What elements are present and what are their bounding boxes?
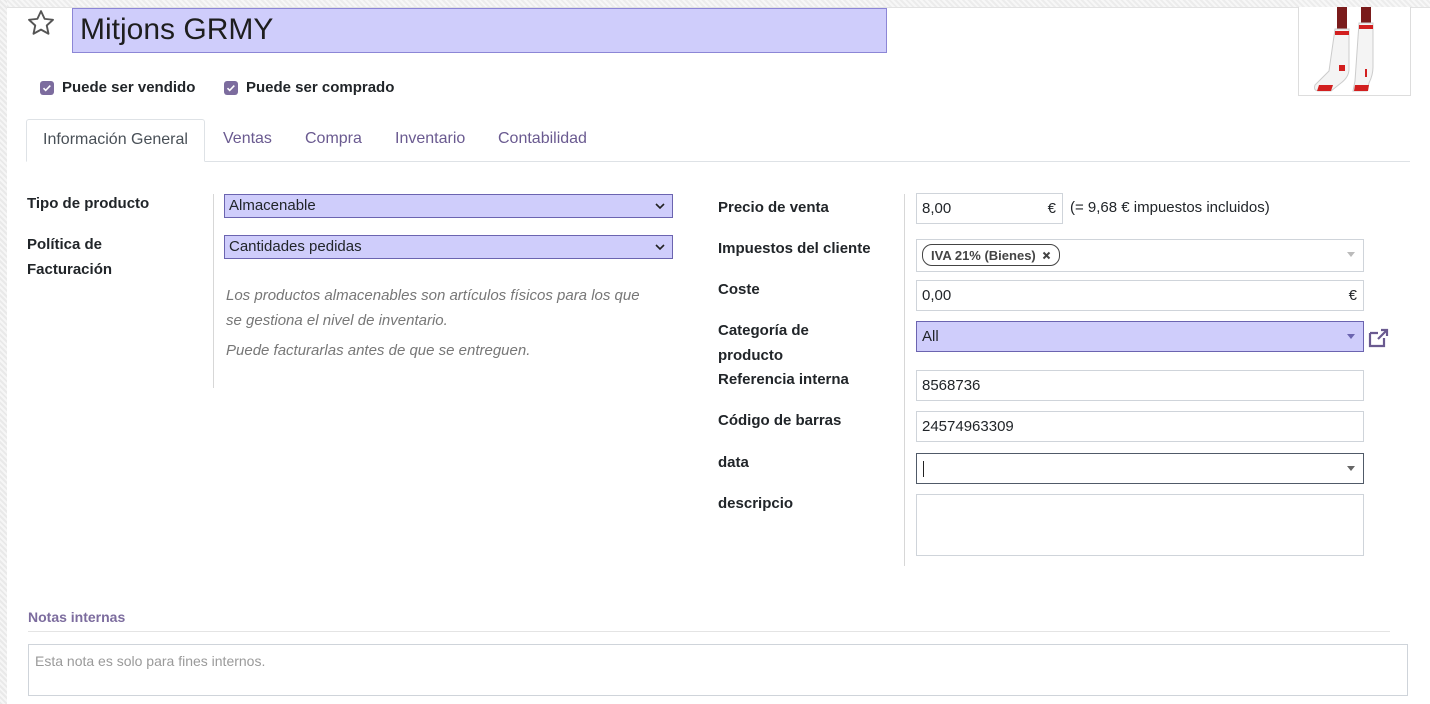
- chevron-down-icon: [655, 203, 665, 210]
- currency-symbol: €: [1047, 200, 1056, 217]
- window-left-edge: [0, 0, 7, 704]
- barcode-label: Código de barras: [718, 412, 842, 429]
- barcode-input[interactable]: 24574963309: [916, 411, 1364, 442]
- remove-tag-icon[interactable]: [1042, 251, 1051, 260]
- currency-symbol: €: [1348, 287, 1357, 304]
- invoicing-policy-label-line1: Política de: [27, 236, 103, 253]
- checkbox-checked-icon[interactable]: [224, 80, 238, 95]
- can-be-purchased-checkbox[interactable]: Puede ser comprado: [224, 79, 394, 96]
- tab-accounting[interactable]: Contabilidad: [498, 119, 587, 161]
- window-top-edge: [7, 0, 1430, 8]
- tax-tag: IVA 21% (Bienes): [922, 244, 1060, 266]
- checkbox-checked-icon[interactable]: [40, 80, 54, 95]
- favorite-star-icon[interactable]: [26, 8, 56, 38]
- invoicing-policy-select[interactable]: Cantidades pedidas: [224, 235, 673, 259]
- chevron-down-icon: [655, 244, 665, 251]
- can-be-sold-checkbox[interactable]: Puede ser vendido: [40, 79, 195, 96]
- descripcio-label: descripcio: [718, 495, 794, 512]
- invoicing-policy-label-line2: Facturación: [27, 261, 113, 278]
- internal-notes-textarea[interactable]: Esta nota es solo para fines internos.: [28, 644, 1408, 696]
- internal-reference-label: Referencia interna: [718, 371, 849, 388]
- data-input[interactable]: [916, 453, 1364, 484]
- internal-notes-title: Notas internas: [28, 609, 126, 625]
- invoicing-policy-value: Cantidades pedidas: [229, 238, 362, 255]
- product-type-value: Almacenable: [229, 197, 316, 214]
- tax-included-note: (= 9,68 € impuestos incluidos): [1070, 199, 1270, 216]
- right-group-divider: [904, 194, 905, 566]
- product-category-label-line2: producto: [718, 347, 783, 364]
- internal-notes-placeholder: Esta nota es solo para fines internos.: [35, 653, 266, 669]
- sale-price-input[interactable]: 8,00 €: [916, 193, 1063, 224]
- product-category-input[interactable]: All: [916, 321, 1364, 352]
- dropdown-triangle-icon[interactable]: [1347, 466, 1355, 471]
- customer-taxes-label: Impuestos del cliente: [718, 240, 871, 257]
- product-type-label: Tipo de producto: [27, 195, 150, 212]
- dropdown-triangle-icon[interactable]: [1347, 252, 1355, 257]
- internal-reference-value: 8568736: [922, 377, 981, 394]
- tab-sales[interactable]: Ventas: [223, 119, 272, 161]
- internal-reference-input[interactable]: 8568736: [916, 370, 1364, 401]
- descripcio-textarea[interactable]: [916, 494, 1364, 556]
- cost-input[interactable]: 0,00 €: [916, 280, 1364, 311]
- product-type-help-line1: Los productos almacenables son artículos…: [226, 287, 640, 304]
- text-cursor: [923, 461, 924, 477]
- socks-image-icon: [1314, 7, 1374, 92]
- product-name-input[interactable]: Mitjons GRMY: [72, 8, 887, 53]
- customer-taxes-input[interactable]: IVA 21% (Bienes): [916, 239, 1364, 272]
- can-be-sold-label: Puede ser vendido: [62, 79, 196, 96]
- barcode-value: 24574963309: [922, 418, 1014, 435]
- product-type-help-line2: se gestiona el nivel de inventario.: [226, 312, 448, 329]
- dropdown-triangle-icon[interactable]: [1347, 334, 1355, 339]
- left-group-divider: [213, 194, 214, 388]
- sale-price-value: 8,00: [922, 200, 952, 217]
- tab-inventory[interactable]: Inventario: [395, 119, 465, 161]
- tab-general-information[interactable]: Información General: [26, 119, 205, 162]
- data-label: data: [718, 454, 749, 471]
- form-tabs: Información General Ventas Compra Invent…: [26, 119, 1410, 162]
- product-type-select[interactable]: Almacenable: [224, 194, 673, 218]
- tab-purchase[interactable]: Compra: [305, 119, 362, 161]
- cost-label: Coste: [718, 281, 760, 298]
- tax-tag-label: IVA 21% (Bienes): [931, 247, 1036, 263]
- can-be-purchased-label: Puede ser comprado: [246, 79, 395, 96]
- product-category-label-line1: Categoría de: [718, 322, 809, 339]
- invoicing-policy-help: Puede facturarlas antes de que se entreg…: [226, 342, 531, 359]
- external-link-icon[interactable]: [1367, 327, 1391, 349]
- internal-notes-separator: [28, 631, 1390, 632]
- product-category-value: All: [922, 328, 939, 345]
- product-image[interactable]: [1298, 7, 1411, 96]
- cost-value: 0,00: [922, 287, 952, 304]
- sale-price-label: Precio de venta: [718, 199, 829, 216]
